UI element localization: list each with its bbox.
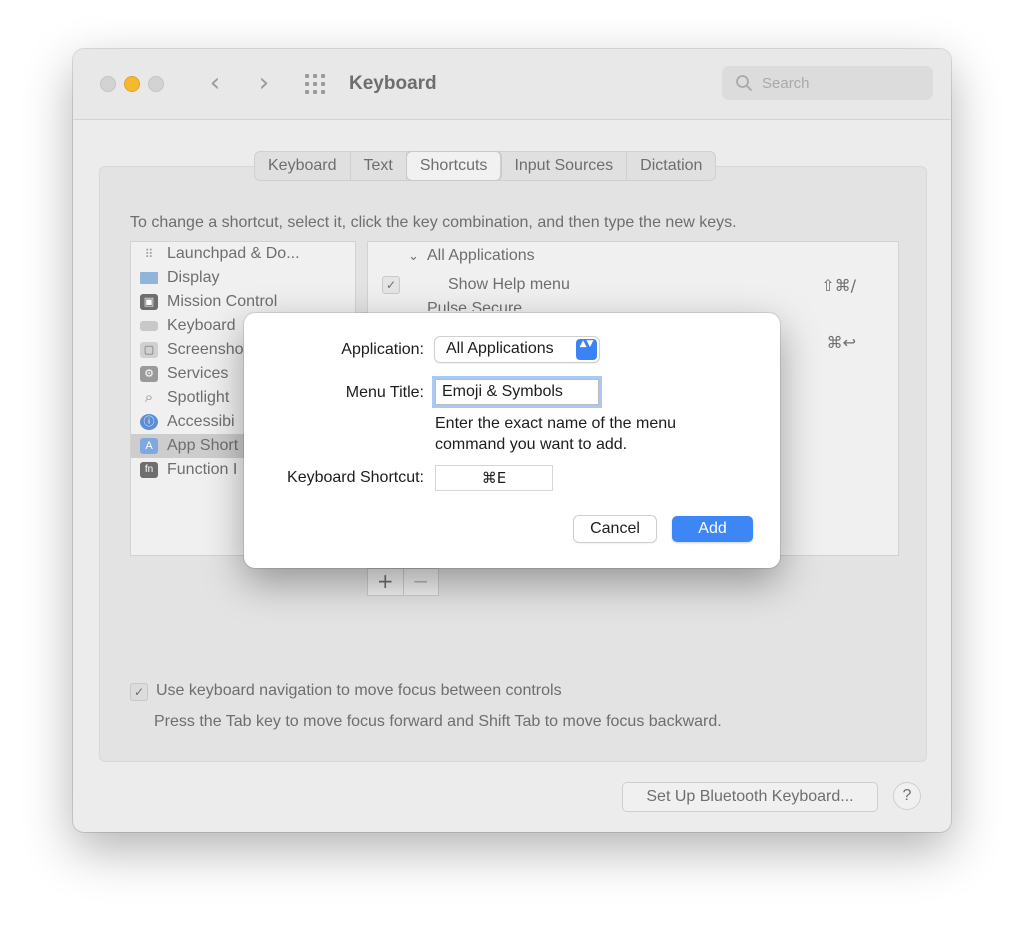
category-label: Launchpad & Do... [167, 245, 300, 262]
keyboard-navigation-checkbox[interactable]: ✓ [130, 683, 148, 701]
window-title: Keyboard [349, 73, 437, 94]
zoom-button[interactable] [148, 76, 164, 92]
tab-bar: Keyboard Text Shortcuts Input Sources Di… [254, 151, 717, 181]
shortcut-enabled-checkbox[interactable]: ✓ [382, 276, 400, 294]
remove-shortcut-button[interactable]: − [404, 569, 439, 595]
shortcut-group-row[interactable]: Pulse Secure [368, 297, 898, 311]
category-label: Keyboard [167, 317, 236, 334]
shortcut-keys[interactable]: ⇧⌘/ [821, 276, 856, 295]
shortcut-label: Show Help menu [448, 276, 570, 293]
menu-title-hint: Enter the exact name of the menu command… [435, 415, 677, 453]
show-all-grid-icon[interactable] [305, 74, 329, 94]
category-label: Screensho [167, 341, 244, 358]
add-shortcut-sheet: Application: All Applications ▲▼ Menu Ti… [244, 313, 780, 568]
accessibility-icon: ⓘ [140, 414, 158, 430]
launchpad-icon: ⠿ [144, 247, 154, 261]
help-button[interactable]: ? [893, 782, 921, 810]
category-launchpad[interactable]: ⠿ Launchpad & Do... [131, 242, 355, 266]
minimize-button[interactable] [124, 76, 140, 92]
fn-key-icon: fn [140, 462, 158, 478]
add-button[interactable]: Add [672, 516, 753, 542]
category-label: Accessibi [167, 413, 235, 430]
menu-title-input[interactable] [435, 379, 599, 405]
shortcut-group-label: Pulse Secure [427, 300, 523, 311]
category-label: App Short [167, 437, 239, 454]
keyboard-navigation-label[interactable]: Use keyboard navigation to move focus be… [156, 682, 562, 700]
disclosure-chevron-icon[interactable]: ⌄ [408, 249, 419, 264]
application-value: All Applications [446, 340, 554, 357]
gear-icon: ⚙ [140, 366, 158, 382]
app-store-icon: A [140, 438, 158, 454]
mission-control-icon: ▣ [140, 294, 158, 310]
search-icon [736, 75, 752, 91]
spotlight-icon: ⌕ [144, 389, 154, 406]
search-placeholder: Search [762, 75, 810, 92]
tab-input-sources[interactable]: Input Sources [501, 152, 628, 180]
shortcut-keys[interactable]: ⌘↩ [827, 333, 856, 352]
application-popup[interactable]: All Applications ▲▼ [435, 337, 599, 362]
keyboard-shortcut-field[interactable]: ⌘E [435, 465, 553, 491]
tab-shortcuts[interactable]: Shortcuts [406, 152, 502, 180]
add-remove-controls: + − [367, 568, 439, 596]
category-label: Spotlight [167, 389, 230, 406]
cancel-button[interactable]: Cancel [574, 516, 656, 542]
application-label: Application: [341, 341, 424, 358]
setup-bluetooth-keyboard-button[interactable]: Set Up Bluetooth Keyboard... [622, 782, 878, 812]
back-button[interactable]: ‹ [200, 67, 230, 99]
display-icon [140, 272, 158, 284]
keyboard-navigation-help: Press the Tab key to move focus forward … [154, 713, 722, 730]
title-bar: ‹ › Keyboard Search [73, 49, 951, 120]
add-shortcut-button[interactable]: + [368, 569, 404, 595]
category-display[interactable]: Display [131, 266, 355, 290]
screenshot-icon: ▢ [140, 342, 158, 358]
tab-dictation[interactable]: Dictation [627, 152, 715, 180]
close-button[interactable] [100, 76, 116, 92]
tab-keyboard[interactable]: Keyboard [255, 152, 351, 180]
category-label: Function I [167, 461, 238, 478]
keyboard-icon [140, 321, 158, 331]
category-label: Display [167, 269, 220, 286]
category-mission-control[interactable]: ▣ Mission Control [131, 290, 355, 314]
forward-button[interactable]: › [249, 67, 279, 99]
search-field[interactable]: Search [722, 66, 933, 100]
popup-arrows-icon: ▲▼ [576, 339, 597, 360]
category-label: Services [167, 365, 229, 382]
shortcut-row[interactable]: ✓ Show Help menu ⇧⌘/ [368, 273, 898, 297]
shortcut-group-label: All Applications [427, 247, 535, 264]
shortcut-group-row[interactable]: ⌄ All Applications [368, 244, 898, 268]
tab-text[interactable]: Text [351, 152, 407, 180]
instructions-text: To change a shortcut, select it, click t… [130, 214, 737, 231]
menu-title-label: Menu Title: [345, 384, 424, 401]
category-label: Mission Control [167, 293, 278, 310]
keyboard-shortcut-label: Keyboard Shortcut: [287, 469, 424, 486]
